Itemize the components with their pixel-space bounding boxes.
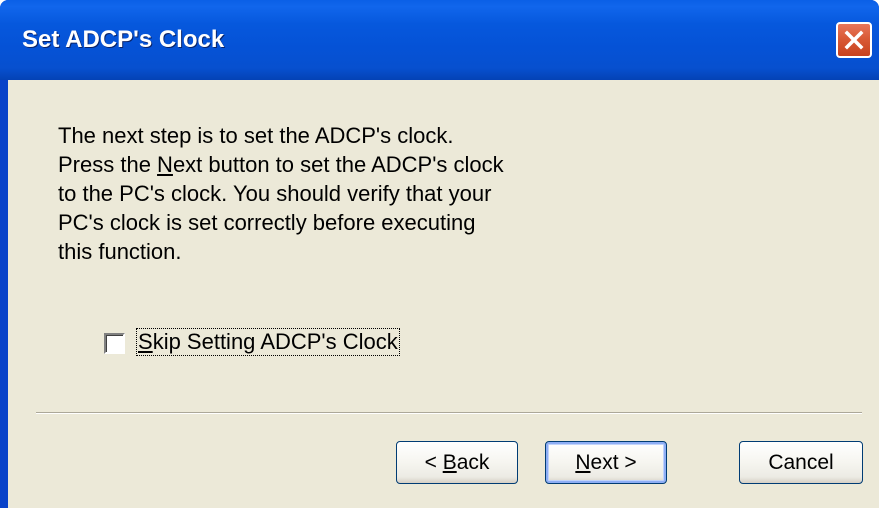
next-mnemonic: N <box>157 152 173 177</box>
skip-mnemonic: S <box>138 329 153 354</box>
cancel-button[interactable]: Cancel <box>739 441 863 484</box>
separator-line <box>36 412 862 414</box>
next-button[interactable]: Next > <box>545 441 667 484</box>
instruction-line: this function. <box>58 239 182 264</box>
instruction-line: to the PC's clock. You should verify tha… <box>58 181 492 206</box>
window-title: Set ADCP's Clock <box>22 26 225 53</box>
skip-setting-clock-label[interactable]: Skip Setting ADCP's Clock <box>136 328 400 356</box>
back-button-prefix: < <box>424 451 443 474</box>
instruction-line: Press the Next button to set the ADCP's … <box>58 150 658 179</box>
skip-label-text: kip Setting ADCP's Clock <box>152 329 398 354</box>
back-button[interactable]: < Back <box>396 441 518 484</box>
instruction-line-suffix: ext button to set the ADCP's clock <box>172 152 504 177</box>
next-button-mnemonic: N <box>575 451 591 474</box>
dialog-window: Set ADCP's Clock The next step is to set… <box>0 0 879 508</box>
close-button[interactable] <box>836 22 872 58</box>
close-icon <box>844 30 864 50</box>
title-bar[interactable]: Set ADCP's Clock <box>0 0 879 80</box>
back-button-text: ack <box>456 451 490 474</box>
instruction-line-prefix: Press the <box>58 152 158 177</box>
dialog-body: The next step is to set the ADCP's clock… <box>8 80 879 508</box>
next-button-text: ext > <box>590 451 637 474</box>
back-mnemonic: B <box>442 451 457 474</box>
instruction-line: PC's clock is set correctly before execu… <box>58 210 476 235</box>
instruction-line: The next step is to set the ADCP's clock… <box>58 123 454 148</box>
skip-setting-clock-checkbox[interactable] <box>104 333 125 354</box>
instruction-text: The next step is to set the ADCP's clock… <box>58 121 658 266</box>
